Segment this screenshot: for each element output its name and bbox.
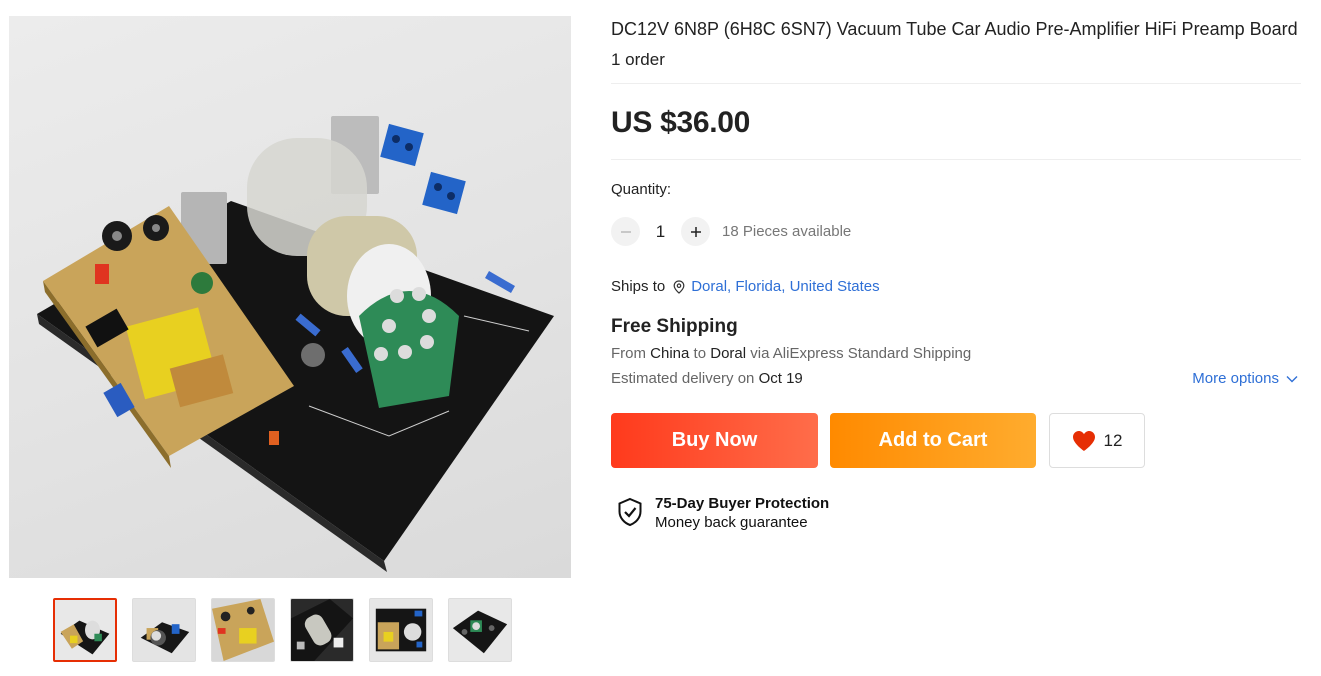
- divider: [611, 159, 1301, 160]
- ships-to-row: Ships to Doral, Florida, United States: [611, 278, 880, 295]
- quantity-increase-button[interactable]: [681, 217, 710, 246]
- ship-location-link[interactable]: Doral, Florida, United States: [691, 278, 879, 295]
- thumbnail-3[interactable]: [211, 598, 275, 662]
- quantity-label: Quantity:: [611, 181, 672, 198]
- to-label: to: [693, 345, 707, 362]
- quantity-decrease-button[interactable]: [611, 217, 640, 246]
- shipping-route: From China to Doral via AliExpress Stand…: [611, 345, 971, 362]
- order-count: 1 order: [611, 50, 665, 69]
- estimated-delivery: Estimated delivery on Oct 19: [611, 370, 803, 387]
- thumbnail-strip: [53, 598, 512, 662]
- eta-date: Oct 19: [758, 370, 803, 387]
- add-to-cart-button[interactable]: Add to Cart: [830, 413, 1036, 468]
- buy-now-button[interactable]: Buy Now: [611, 413, 818, 468]
- product-price: US $36.00: [611, 106, 751, 139]
- buyer-protection: 75-Day Buyer Protection Money back guara…: [617, 494, 829, 532]
- protection-subtitle: Money back guarantee: [655, 514, 808, 531]
- minus-icon: [620, 230, 631, 233]
- product-title: DC12V 6N8P (6H8C 6SN7) Vacuum Tube Car A…: [611, 19, 1298, 39]
- protection-title: 75-Day Buyer Protection: [655, 495, 830, 512]
- divider: [611, 83, 1301, 84]
- ships-to-label: Ships to: [611, 278, 666, 295]
- wishlist-button[interactable]: 12: [1049, 413, 1145, 468]
- pieces-available: 18 Pieces available: [722, 223, 852, 240]
- wishlist-count: 12: [1103, 430, 1123, 450]
- chevron-down-icon: [1286, 375, 1298, 382]
- thumbnail-1[interactable]: [53, 598, 117, 662]
- quantity-stepper: 1 18 Pieces available: [611, 217, 851, 246]
- eta-label: Estimated delivery on: [611, 370, 755, 387]
- thumbnail-4[interactable]: [290, 598, 354, 662]
- more-options-link[interactable]: More options: [1192, 370, 1298, 387]
- heart-icon: [1072, 430, 1095, 451]
- thumbnail-5[interactable]: [369, 598, 433, 662]
- location-pin-icon: [673, 279, 685, 294]
- free-shipping-label: Free Shipping: [611, 316, 738, 337]
- main-product-image[interactable]: [9, 16, 571, 578]
- shipping-method: via AliExpress Standard Shipping: [750, 345, 972, 362]
- quantity-input[interactable]: 1: [640, 222, 681, 242]
- plus-icon: [690, 226, 701, 237]
- from-country: China: [650, 345, 690, 362]
- more-options-label: More options: [1192, 370, 1279, 387]
- thumbnail-2[interactable]: [132, 598, 196, 662]
- from-label: From: [611, 345, 646, 362]
- to-city: Doral: [710, 345, 747, 362]
- shield-check-icon: [617, 497, 643, 532]
- thumbnail-6[interactable]: [448, 598, 512, 662]
